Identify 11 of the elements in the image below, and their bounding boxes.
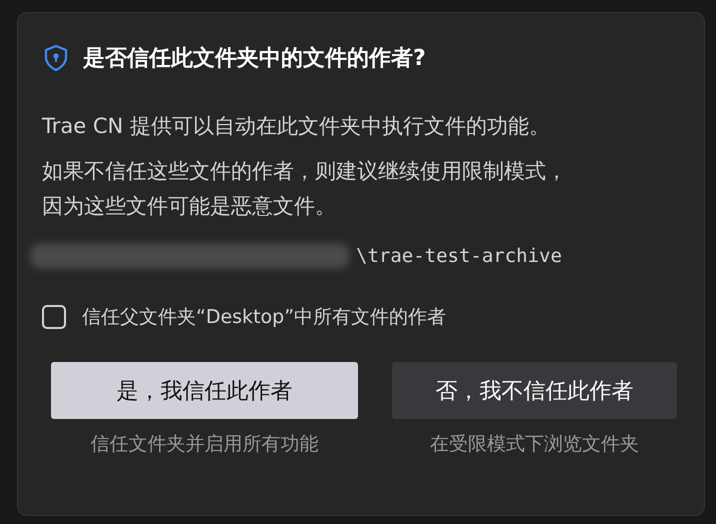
shield-lock-icon xyxy=(43,44,69,72)
button-caption: 信任文件夹并启用所有功能 xyxy=(90,432,318,457)
checkbox[interactable] xyxy=(42,305,66,329)
dialog-title: 是否信任此文件夹中的文件的作者? xyxy=(83,45,426,73)
folder-path: \trae-test-archive xyxy=(356,245,562,267)
checkbox-label: 信任父文件夹“Desktop”中所有文件的作者 xyxy=(82,305,446,330)
button-caption: 在受限模式下浏览文件夹 xyxy=(430,432,639,457)
dialog-button[interactable]: 否，我不信任此作者 xyxy=(392,362,677,419)
message-text: Trae CN 提供可以自动在此文件夹中执行文件的功能。 xyxy=(42,113,551,140)
dialog-button[interactable]: 是，我信任此作者 xyxy=(51,362,358,419)
message-text: 如果不信任这些文件的作者，则建议继续使用限制模式，因为这些文件可能是恶意文件。 xyxy=(42,158,567,220)
